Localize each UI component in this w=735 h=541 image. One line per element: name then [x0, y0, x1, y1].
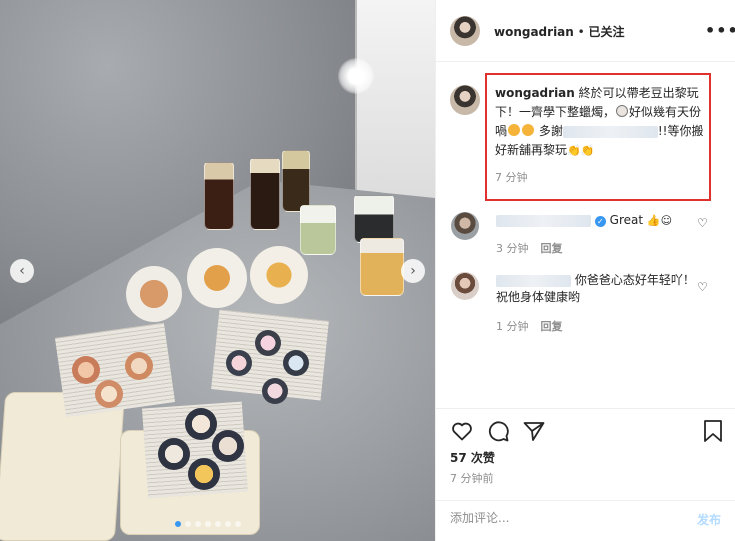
comment-time: 1 分钟 — [496, 320, 529, 333]
comment-body: ✓ Great 👍☺ — [496, 212, 696, 229]
tongue-emoji-icon — [508, 124, 521, 136]
carousel-dots — [175, 521, 241, 527]
bookmark-icon[interactable] — [702, 419, 724, 443]
thumbs-up-emoji-icon: 👍 — [646, 214, 661, 227]
post-actions: 57 次赞 7 分钟前 发布 — [436, 408, 735, 541]
add-comment-input[interactable] — [450, 511, 670, 525]
carousel-dot — [195, 521, 201, 527]
avatar[interactable] — [450, 85, 480, 115]
photo-lamp — [338, 58, 374, 94]
more-horizontal-icon[interactable]: ••• — [705, 21, 735, 40]
post-caption: wongadrian 終於可以帶老豆出黎玩下！一齊學下整蠟燭， 好似幾有天份喎 多… — [495, 84, 707, 187]
clap-emoji-icon: 👏 — [580, 144, 595, 157]
carousel-dot — [225, 521, 231, 527]
like-comment-heart-icon[interactable]: ♡ — [697, 280, 708, 294]
post-time: 7 分钟前 — [450, 472, 494, 485]
photo-mini-candle — [158, 438, 190, 470]
carousel-dot — [215, 521, 221, 527]
carousel-dot — [175, 521, 181, 527]
carousel-dot — [185, 521, 191, 527]
comment-meta: 1 分钟 回复 — [496, 318, 575, 334]
avatar[interactable] — [451, 212, 479, 240]
like-count[interactable]: 57 次赞 — [450, 449, 495, 466]
like-comment-heart-icon[interactable]: ♡ — [697, 216, 708, 230]
carousel-prev-button[interactable]: ‹ — [10, 259, 34, 283]
photo-drink — [282, 150, 310, 212]
post-photo: ‹ › — [0, 0, 435, 541]
carousel-dot — [205, 521, 211, 527]
heart-icon[interactable] — [450, 419, 474, 443]
reply-button[interactable]: 回复 — [541, 320, 563, 333]
avatar[interactable] — [451, 272, 479, 300]
caption-text: 多謝 — [538, 124, 563, 138]
photo-mini-candle — [262, 378, 288, 404]
photo-mini-candle — [185, 408, 217, 440]
share-icon[interactable] — [522, 419, 546, 443]
follow-status[interactable]: 已关注 — [589, 25, 625, 39]
photo-drink — [300, 205, 336, 255]
add-comment-bar: 发布 — [436, 500, 735, 541]
photo-mini-candle — [188, 458, 220, 490]
photo-mini-candle — [212, 430, 244, 462]
smile-emoji-icon: ☺ — [660, 214, 673, 227]
grimace-emoji-icon — [616, 105, 629, 117]
post-header: wongadrian • 已关注 ••• — [436, 0, 735, 62]
post-side-panel: wongadrian • 已关注 ••• wongadrian 終於可以帶老豆出… — [435, 0, 735, 541]
photo-candle-cake — [250, 246, 308, 304]
avatar[interactable] — [450, 16, 480, 46]
photo-mirror — [355, 0, 435, 200]
photo-mini-candle — [72, 356, 100, 384]
photo-mini-candle — [125, 352, 153, 380]
carousel-dot — [235, 521, 241, 527]
photo-candle-cake — [126, 266, 182, 322]
blurred-username[interactable] — [496, 214, 591, 227]
verified-badge-icon: ✓ — [594, 216, 606, 227]
photo-drink — [360, 238, 404, 296]
header-username[interactable]: wongadrian — [494, 25, 574, 39]
carousel-next-button[interactable]: › — [401, 259, 425, 283]
photo-mini-candle — [95, 380, 123, 408]
photo-drink — [354, 195, 394, 243]
comment-meta: 3 分钟 回复 — [496, 240, 575, 256]
reply-button[interactable]: 回复 — [541, 242, 563, 255]
photo-mini-candle — [255, 330, 281, 356]
caption-time: 7 分钟 — [495, 171, 528, 184]
comment-body: 你爸爸心态好年轻吖！祝他身体健康哟 — [496, 272, 696, 306]
photo-mini-candle — [283, 350, 309, 376]
post-comment-button[interactable]: 发布 — [697, 511, 721, 528]
photo-box — [0, 392, 126, 541]
comment-time: 3 分钟 — [496, 242, 529, 255]
photo-mini-candle — [226, 350, 252, 376]
photo-drink — [204, 162, 234, 230]
blurred-username[interactable] — [496, 274, 571, 287]
photo-drink — [250, 158, 280, 230]
header-separator: • — [573, 25, 589, 39]
comment-text: Great — [609, 213, 644, 227]
photo-candle-cake — [187, 248, 247, 308]
header-user: wongadrian • 已关注 — [494, 23, 625, 40]
comment-icon[interactable] — [486, 419, 510, 443]
smile-emoji-icon — [522, 124, 535, 136]
blurred-mention — [562, 125, 658, 138]
caption-username[interactable]: wongadrian — [495, 86, 575, 100]
clap-emoji-icon: 👏 — [567, 144, 581, 157]
